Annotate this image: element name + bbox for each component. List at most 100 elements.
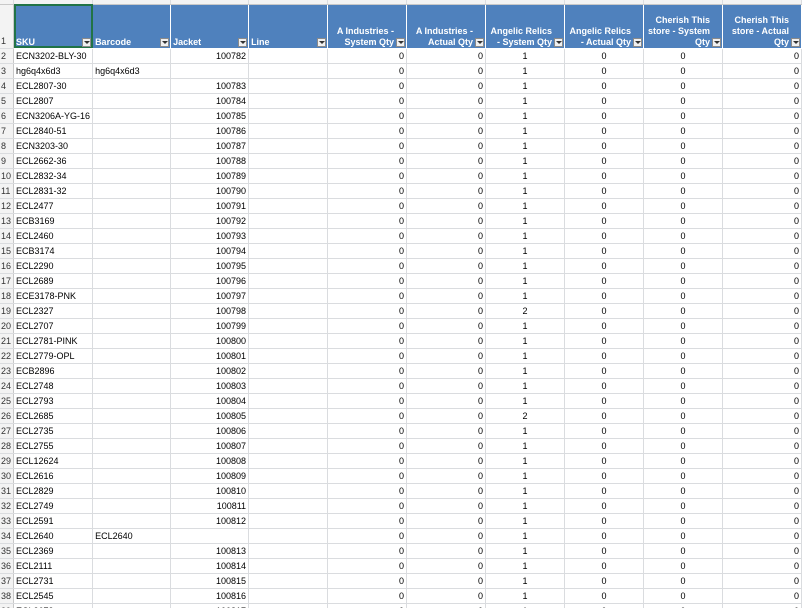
cell-ct_sys[interactable]: 0 — [643, 453, 724, 469]
cell-ar_act[interactable]: 0 — [564, 513, 645, 529]
cell-barcode[interactable] — [92, 93, 172, 109]
cell-a_act[interactable]: 0 — [406, 348, 487, 364]
cell-ar_sys[interactable]: 1 — [485, 423, 566, 439]
cell-ct_sys[interactable]: 0 — [643, 468, 724, 484]
row-number[interactable]: 11 — [0, 183, 14, 199]
cell-ct_act[interactable]: 0 — [722, 258, 803, 274]
cell-a_sys[interactable]: 0 — [327, 408, 408, 424]
cell-jacket[interactable]: 100789 — [170, 168, 250, 184]
cell-line[interactable] — [248, 138, 329, 154]
cell-ct_act[interactable]: 0 — [722, 48, 803, 64]
cell-line[interactable] — [248, 78, 329, 94]
cell-a_act[interactable]: 0 — [406, 213, 487, 229]
cell-a_act[interactable]: 0 — [406, 153, 487, 169]
row-number[interactable]: 7 — [0, 123, 14, 139]
cell-ar_act[interactable]: 0 — [564, 243, 645, 259]
cell-barcode[interactable] — [92, 243, 172, 259]
cell-ct_sys[interactable]: 0 — [643, 288, 724, 304]
cell-a_sys[interactable]: 0 — [327, 183, 408, 199]
row-number[interactable]: 4 — [0, 78, 14, 94]
cell-ct_sys[interactable]: 0 — [643, 573, 724, 589]
cell-a_sys[interactable]: 0 — [327, 303, 408, 319]
cell-ar_sys[interactable]: 1 — [485, 288, 566, 304]
cell-jacket[interactable] — [170, 528, 250, 544]
cell-ct_sys[interactable]: 0 — [643, 153, 724, 169]
cell-ar_sys[interactable]: 1 — [485, 108, 566, 124]
cell-a_sys[interactable]: 0 — [327, 78, 408, 94]
cell-ct_sys[interactable]: 0 — [643, 168, 724, 184]
cell-sku[interactable]: ECN3202-BLY-30 — [13, 48, 94, 64]
cell-ct_act[interactable]: 0 — [722, 498, 803, 514]
cell-a_act[interactable]: 0 — [406, 513, 487, 529]
cell-a_sys[interactable]: 0 — [327, 258, 408, 274]
cell-a_sys[interactable]: 0 — [327, 198, 408, 214]
cell-ct_sys[interactable]: 0 — [643, 138, 724, 154]
header-cell-a-industries-actual-qty[interactable]: A Industries - Actual Qty — [406, 4, 487, 49]
cell-line[interactable] — [248, 213, 329, 229]
cell-line[interactable] — [248, 423, 329, 439]
cell-barcode[interactable] — [92, 513, 172, 529]
cell-sku[interactable]: ECE3178-PNK — [13, 288, 94, 304]
cell-line[interactable] — [248, 153, 329, 169]
cell-ct_sys[interactable]: 0 — [643, 273, 724, 289]
cell-ct_sys[interactable]: 0 — [643, 378, 724, 394]
cell-line[interactable] — [248, 123, 329, 139]
cell-barcode[interactable] — [92, 333, 172, 349]
cell-ar_sys[interactable]: 1 — [485, 243, 566, 259]
cell-a_act[interactable]: 0 — [406, 543, 487, 559]
cell-a_sys[interactable]: 0 — [327, 513, 408, 529]
cell-a_act[interactable]: 0 — [406, 468, 487, 484]
cell-ct_sys[interactable]: 0 — [643, 603, 724, 608]
cell-ar_sys[interactable]: 1 — [485, 198, 566, 214]
filter-dropdown-icon[interactable] — [396, 37, 406, 47]
cell-ar_act[interactable]: 0 — [564, 273, 645, 289]
cell-ct_sys[interactable]: 0 — [643, 48, 724, 64]
cell-line[interactable] — [248, 348, 329, 364]
cell-ar_sys[interactable]: 1 — [485, 333, 566, 349]
filter-dropdown-icon[interactable] — [633, 37, 643, 47]
cell-barcode[interactable] — [92, 423, 172, 439]
cell-ct_act[interactable]: 0 — [722, 213, 803, 229]
cell-a_act[interactable]: 0 — [406, 378, 487, 394]
cell-barcode[interactable] — [92, 258, 172, 274]
header-cell-angelic-relics-system-qty[interactable]: Angelic Relics - System Qty — [485, 4, 566, 49]
cell-ar_sys[interactable]: 1 — [485, 558, 566, 574]
cell-a_sys[interactable]: 0 — [327, 168, 408, 184]
cell-a_sys[interactable]: 0 — [327, 63, 408, 79]
row-number[interactable]: 21 — [0, 333, 14, 349]
row-number[interactable]: 19 — [0, 303, 14, 319]
cell-barcode[interactable] — [92, 468, 172, 484]
cell-line[interactable] — [248, 168, 329, 184]
cell-barcode[interactable] — [92, 438, 172, 454]
row-number[interactable]: 34 — [0, 528, 14, 544]
cell-jacket[interactable]: 100804 — [170, 393, 250, 409]
header-cell-angelic-relics-actual-qty[interactable]: Angelic Relics - Actual Qty — [564, 4, 645, 49]
cell-ct_sys[interactable]: 0 — [643, 558, 724, 574]
cell-ct_act[interactable]: 0 — [722, 558, 803, 574]
cell-ar_act[interactable]: 0 — [564, 468, 645, 484]
cell-ar_sys[interactable]: 2 — [485, 303, 566, 319]
cell-jacket[interactable]: 100802 — [170, 363, 250, 379]
cell-a_act[interactable]: 0 — [406, 423, 487, 439]
cell-ct_sys[interactable]: 0 — [643, 393, 724, 409]
row-number[interactable]: 14 — [0, 228, 14, 244]
cell-a_act[interactable]: 0 — [406, 393, 487, 409]
cell-ar_sys[interactable]: 1 — [485, 543, 566, 559]
cell-ct_sys[interactable]: 0 — [643, 183, 724, 199]
cell-barcode[interactable] — [92, 483, 172, 499]
cell-ct_act[interactable]: 0 — [722, 423, 803, 439]
cell-jacket[interactable]: 100805 — [170, 408, 250, 424]
cell-sku[interactable]: ECL2111 — [13, 558, 94, 574]
cell-barcode[interactable] — [92, 363, 172, 379]
cell-ct_act[interactable]: 0 — [722, 243, 803, 259]
cell-jacket[interactable]: 100808 — [170, 453, 250, 469]
cell-ct_act[interactable]: 0 — [722, 183, 803, 199]
cell-a_act[interactable]: 0 — [406, 123, 487, 139]
cell-a_sys[interactable]: 0 — [327, 288, 408, 304]
cell-a_act[interactable]: 0 — [406, 453, 487, 469]
cell-ar_act[interactable]: 0 — [564, 453, 645, 469]
cell-ar_act[interactable]: 0 — [564, 138, 645, 154]
cell-ct_act[interactable]: 0 — [722, 93, 803, 109]
cell-ar_sys[interactable]: 1 — [485, 258, 566, 274]
row-number[interactable]: 31 — [0, 483, 14, 499]
